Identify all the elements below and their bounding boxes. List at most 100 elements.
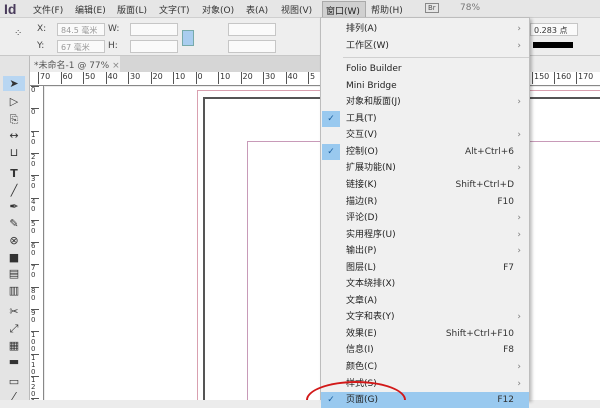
submenu-arrow-icon: ›	[517, 40, 521, 51]
type-tool-icon[interactable]: T	[3, 166, 25, 181]
pen-tool-icon[interactable]: ✒	[3, 199, 25, 214]
menu-item[interactable]: 工作区(W) ›	[321, 38, 529, 54]
menu-item-label: 实用程序(U)	[346, 229, 396, 240]
ruler-tick-label: 60	[60, 72, 73, 84]
menu-edit[interactable]: 编辑(E)	[75, 3, 106, 16]
horizontal-grid-tool-icon[interactable]: ▤	[3, 266, 25, 281]
menu-item[interactable]: 链接(K) Shift+Ctrl+D	[321, 177, 529, 193]
ruler-tick-label: 10	[31, 130, 39, 146]
ruler-tick-label: 40	[105, 72, 118, 84]
w-field[interactable]	[130, 23, 178, 36]
ruler-tick-label: 120	[31, 375, 39, 398]
eyedropper-tool-icon[interactable]: ⁄	[3, 389, 25, 404]
menu-item[interactable]: 评论(D) ›	[321, 210, 529, 226]
menu-item[interactable]: 扩展功能(N) ›	[321, 160, 529, 176]
stroke-type-swatch[interactable]	[533, 42, 573, 48]
ruler-tick-label: 70	[38, 72, 50, 84]
ruler-tick-label: 50	[31, 219, 39, 235]
menu-file[interactable]: 文件(F)	[33, 3, 63, 16]
line-tool-icon[interactable]: ╱	[3, 183, 25, 198]
menu-view[interactable]: 视图(V)	[281, 3, 312, 16]
stroke-weight-field[interactable]: 0.283 点	[530, 23, 578, 36]
menu-item[interactable]: 文本绕排(X)	[321, 276, 529, 292]
gradient-feather-tool-icon[interactable]: ▬	[3, 354, 25, 369]
rectangle-tool-icon[interactable]: ■	[3, 250, 25, 265]
menu-table[interactable]: 表(A)	[246, 3, 268, 16]
menu-item[interactable]: 效果(E) Shift+Ctrl+F10	[321, 326, 529, 342]
menu-help[interactable]: 帮助(H)	[371, 3, 403, 16]
selection-tool-icon[interactable]: ➤	[3, 76, 25, 91]
ruler-tick-label: 90	[31, 309, 39, 324]
rectangle-frame-tool-icon[interactable]: ⊗	[3, 233, 25, 248]
menu-item-shortcut: F7	[503, 262, 514, 273]
menu-bar: Id 文件(F) 编辑(E) 版面(L) 文字(T) 对象(O) 表(A) 视图…	[0, 0, 600, 18]
vertical-ruler[interactable]: 0010203040506070809010011012013	[30, 86, 44, 400]
content-collector-icon[interactable]: ⊔	[3, 145, 25, 160]
scissors-tool-icon[interactable]: ✂	[3, 304, 25, 319]
menu-object[interactable]: 对象(O)	[202, 3, 234, 16]
menu-item-label: Mini Bridge	[346, 80, 397, 91]
menu-item[interactable]: 文字和表(Y) ›	[321, 309, 529, 325]
menu-item[interactable]: 对象和版面(J) ›	[321, 94, 529, 110]
menu-item[interactable]: 输出(P) ›	[321, 243, 529, 259]
menu-type[interactable]: 文字(T)	[159, 3, 190, 16]
menu-item-label: 排列(A)	[346, 24, 378, 34]
menu-item-label: 效果(E)	[346, 328, 377, 339]
ruler-tick-label: 100	[31, 331, 39, 353]
submenu-arrow-icon: ›	[517, 163, 521, 174]
menu-item[interactable]: ✓ 工具(T)	[321, 110, 529, 127]
w-label: W:	[108, 24, 120, 34]
h-field[interactable]	[130, 40, 178, 53]
menu-item-label: 对象和版面(J)	[346, 97, 401, 108]
direct-selection-tool-icon[interactable]: ▷	[3, 94, 25, 109]
ruler-tick-label: 10	[218, 72, 230, 84]
gradient-swatch-tool-icon[interactable]: ▦	[3, 338, 25, 353]
menu-item[interactable]: 信息(I) F8	[321, 342, 529, 358]
vertical-grid-tool-icon[interactable]: ▥	[3, 283, 25, 298]
constrain-proportions-icon[interactable]	[182, 30, 194, 46]
submenu-arrow-icon: ›	[517, 130, 521, 141]
menu-item-label: 链接(K)	[346, 179, 377, 190]
zoom-level[interactable]: 78%	[460, 3, 480, 13]
menu-item[interactable]: 图层(L) F7	[321, 260, 529, 276]
menu-item[interactable]: 排列(A) ›	[321, 21, 529, 37]
y-field[interactable]: 67 毫米	[57, 40, 105, 53]
menu-item[interactable]: 实用程序(U) ›	[321, 227, 529, 243]
x-field[interactable]: 84.5 毫米	[57, 23, 105, 36]
ruler-tick-label: 50	[83, 72, 95, 84]
submenu-arrow-icon: ›	[517, 229, 521, 240]
submenu-arrow-icon: ›	[517, 312, 521, 323]
ruler-tick-label: 0	[31, 86, 39, 94]
menu-item-shortcut: F10	[497, 196, 514, 207]
menu-item[interactable]: 颜色(C) ›	[321, 359, 529, 375]
scale-y-field[interactable]	[228, 40, 276, 53]
menu-window[interactable]: 窗口(W)	[322, 1, 366, 18]
scale-x-field[interactable]	[228, 23, 276, 36]
menu-item[interactable]: ✓ 控制(O) Alt+Ctrl+6	[321, 143, 529, 160]
menu-item[interactable]: Folio Builder	[321, 61, 529, 77]
ruler-tick-label: 60	[31, 242, 39, 257]
gap-tool-icon[interactable]: ↔	[3, 128, 25, 143]
reference-point-icon[interactable]: ⁘	[14, 28, 22, 39]
document-tab[interactable]: *未命名-1 @ 77% ×	[30, 56, 120, 72]
bridge-button[interactable]: Br	[425, 3, 439, 13]
page-tool-icon[interactable]: ⎘	[3, 112, 25, 127]
ruler-tick-label: 5	[308, 72, 315, 84]
free-transform-tool-icon[interactable]: ⤢	[3, 321, 25, 336]
menu-layout[interactable]: 版面(L)	[117, 3, 147, 16]
menu-item-label: 文章(A)	[346, 295, 378, 306]
ruler-tick-label: 70	[31, 264, 39, 279]
note-tool-icon[interactable]: ▭	[3, 374, 25, 389]
close-tab-icon[interactable]: ×	[112, 61, 120, 71]
menu-item[interactable]: 文章(A)	[321, 293, 529, 309]
submenu-arrow-icon: ›	[517, 97, 521, 108]
checkmark-icon: ✓	[322, 110, 340, 127]
menu-item[interactable]: Mini Bridge	[321, 78, 529, 94]
menu-item[interactable]: 描边(R) F10	[321, 194, 529, 210]
menu-separator	[343, 57, 529, 59]
menu-item-label: Folio Builder	[346, 64, 402, 75]
document-tab-title: *未命名-1 @ 77%	[34, 61, 110, 71]
pencil-tool-icon[interactable]: ✎	[3, 216, 25, 231]
ruler-tick-label: 30	[263, 72, 275, 84]
menu-item[interactable]: 交互(V) ›	[321, 127, 529, 143]
